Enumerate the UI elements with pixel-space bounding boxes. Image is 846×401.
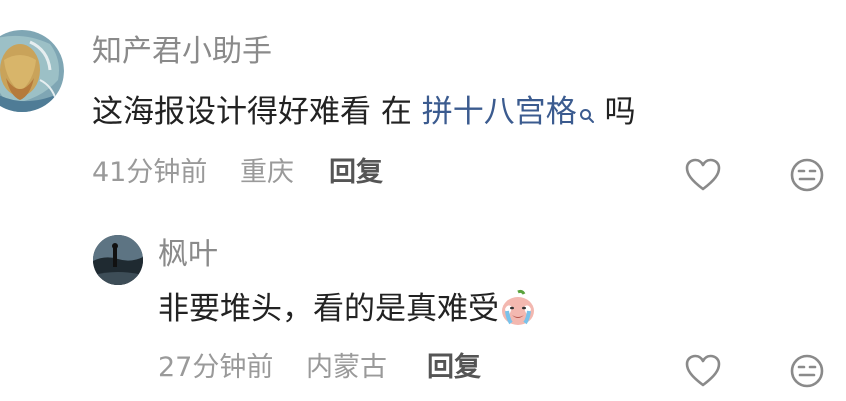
reply-text-body: 非要堆头，看的是真难受 [158,291,499,327]
reply-username[interactable]: 枫叶 [158,240,218,270]
reply-location: 内蒙古 [306,352,387,383]
reply-reply-button[interactable]: 回复 [427,354,481,381]
reply-avatar[interactable] [93,235,143,285]
comment-time: 41分钟前 [92,157,208,188]
reply-time: 27分钟前 [158,352,274,383]
comment-text-prefix: 这海报设计得好难看 在 [92,94,422,130]
search-icon[interactable] [579,99,595,123]
emoji-face-icon[interactable] [787,155,827,195]
comment-text-suffix: 吗 [594,94,636,130]
comment-location: 重庆 [240,157,294,188]
reply-text: 非要堆头，看的是真难受 [158,289,537,327]
heart-outline-icon[interactable] [683,351,723,391]
search-link-label[interactable]: 拼十八宫格 [422,94,577,130]
heart-outline-icon[interactable] [683,155,723,195]
reply-button[interactable]: 回复 [329,159,383,186]
search-link[interactable]: 拼十八宫格 [422,94,595,130]
van-gogh-portrait-avatar-icon [0,30,64,112]
comment-text: 这海报设计得好难看 在 拼十八宫格 吗 [92,97,636,128]
dark-landscape-avatar-icon [93,235,143,285]
emoji-face-icon[interactable] [787,351,827,391]
avatar[interactable] [0,30,64,112]
comment-username[interactable]: 知产君小助手 [92,37,272,67]
crying-face-emoji [499,289,537,327]
